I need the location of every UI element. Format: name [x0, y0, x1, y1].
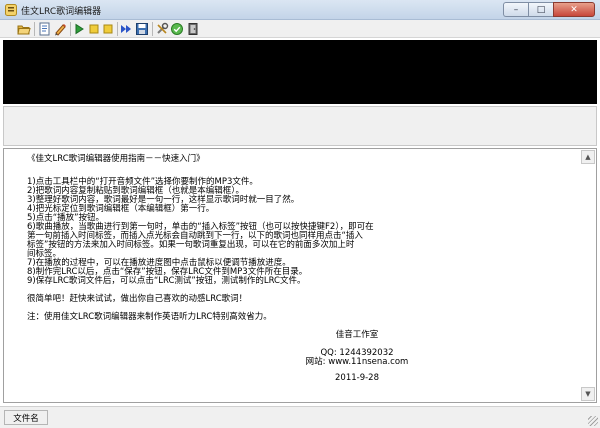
stop-button[interactable] — [101, 22, 115, 36]
release-date: 2011-9-28 — [335, 373, 379, 383]
lyric-display-area — [3, 40, 597, 104]
pause-icon — [89, 24, 99, 34]
app-icon — [5, 4, 17, 16]
studio-name: 佳音工作室 — [335, 330, 379, 340]
step-line: 9)保存LRC歌词文件后，可以点击“LRC测试”按钮，测试制作的LRC文件。 — [27, 276, 306, 286]
open-folder-icon — [17, 25, 31, 35]
minimize-button[interactable]: – — [503, 2, 528, 17]
contact-website: 网站: www.11nsena.com — [305, 357, 409, 367]
play-button[interactable] — [72, 22, 86, 36]
exit-icon — [188, 23, 198, 35]
scroll-up-button[interactable]: ▲ — [581, 150, 595, 164]
save-icon — [136, 23, 148, 35]
lyrics-editor[interactable]: 《佳文LRC歌词编辑器使用指南－－快速入门》 1)点击工具栏中的“打开音频文件”… — [3, 148, 597, 403]
step-line: 4)把光标定位到歌词编辑框（本编辑框）第一行。 — [27, 204, 215, 214]
tools-icon — [157, 22, 169, 34]
toolbar — [0, 20, 600, 38]
window-controls: – □ ✕ — [503, 2, 595, 17]
step-line: 标签”按钮的方法来加入时间标签。如果一句歌词重复出现，可以在它的前面多次加上时 — [27, 240, 355, 250]
exit-button[interactable] — [186, 22, 200, 36]
stop-icon — [103, 24, 113, 34]
note-line: 注：使用佳文LRC歌词编辑器来制作英语听力LRC特别高效省力。 — [27, 312, 272, 322]
status-bar: 文件名 — [0, 406, 600, 428]
maximize-button[interactable]: □ — [528, 2, 553, 17]
resize-grip[interactable] — [588, 416, 598, 426]
play-icon — [75, 23, 84, 35]
edit-lyrics-icon — [39, 22, 50, 36]
tools-button[interactable] — [155, 22, 169, 36]
closing-line: 很简单吧！赶快来试试，做出你自己喜欢的动感LRC歌词！ — [27, 294, 248, 304]
save-button[interactable] — [135, 22, 149, 36]
scroll-down-button[interactable]: ▼ — [581, 387, 595, 401]
progress-panel[interactable] — [3, 106, 597, 146]
guide-heading: 《佳文LRC歌词编辑器使用指南－－快速入门》 — [27, 154, 205, 164]
open-audio-button[interactable] — [17, 22, 31, 36]
close-button[interactable]: ✕ — [553, 2, 595, 17]
window-title: 佳文LRC歌词编辑器 — [21, 7, 102, 17]
insert-tag-button[interactable] — [53, 22, 67, 36]
file-name-label: 文件名 — [4, 410, 48, 425]
contact-qq: QQ: 1244392032 — [320, 348, 394, 358]
editor-text: 《佳文LRC歌词编辑器使用指南－－快速入门》 1)点击工具栏中的“打开音频文件”… — [27, 155, 577, 383]
fast-forward-icon — [121, 25, 131, 33]
pencil-icon — [55, 24, 66, 36]
pause-button[interactable] — [87, 22, 101, 36]
edit-lyrics-button[interactable] — [38, 22, 52, 36]
title-bar: 佳文LRC歌词编辑器 – □ ✕ — [0, 0, 600, 20]
fast-forward-button[interactable] — [119, 22, 133, 36]
lrc-test-button[interactable] — [170, 22, 184, 36]
test-icon — [171, 23, 183, 35]
